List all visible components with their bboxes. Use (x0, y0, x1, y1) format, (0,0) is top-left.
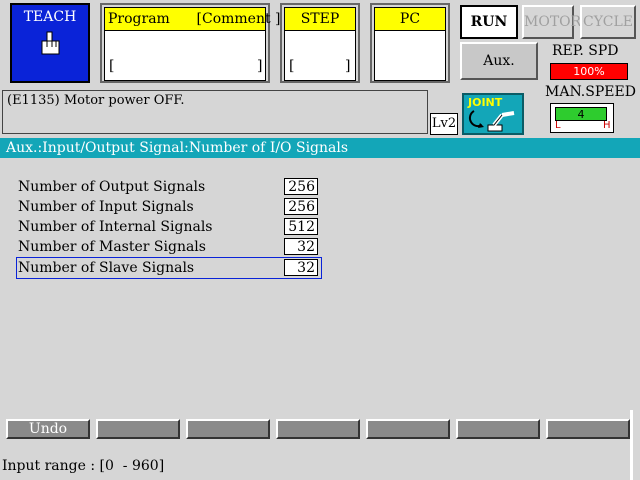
manual-speed-label: MAN.SPEED (545, 84, 636, 100)
fkey-3[interactable] (186, 419, 270, 439)
rep-speed-bar: 100% (550, 63, 628, 80)
pc-panel[interactable]: PC (370, 3, 450, 83)
io-row-master[interactable]: Number of Master Signals 32 (16, 237, 320, 257)
io-row-value[interactable]: 32 (284, 238, 318, 255)
screen-title: Aux.:Input/Output Signal:Number of I/O S… (0, 138, 640, 158)
manual-speed-low: L (555, 120, 561, 131)
cycle-button[interactable]: CYCLE (580, 5, 636, 39)
io-row-value[interactable]: 256 (284, 178, 318, 195)
fkey-2[interactable] (96, 419, 180, 439)
joint-mode-button[interactable]: JOINT (462, 93, 524, 135)
io-row-label: Number of Input Signals (18, 199, 194, 215)
io-row-input[interactable]: Number of Input Signals 256 (16, 197, 320, 217)
teach-label: TEACH (23, 9, 77, 25)
message-box: (E1135) Motor power OFF. (2, 90, 428, 134)
fkey-7[interactable] (546, 419, 630, 439)
manual-speed-value: 4 (555, 107, 607, 121)
io-row-output[interactable]: Number of Output Signals 256 (16, 177, 320, 197)
robot-arm-icon (468, 110, 515, 132)
divider (630, 410, 633, 480)
step-panel[interactable]: STEP [ ] (280, 3, 360, 83)
hand-pointer-icon (41, 31, 60, 55)
io-row-value[interactable]: 512 (284, 218, 318, 235)
step-bracket-left: [ (289, 58, 295, 74)
io-row-value[interactable]: 32 (284, 259, 318, 276)
motor-button[interactable]: MOTOR (522, 5, 581, 39)
fkey-4[interactable] (276, 419, 360, 439)
manual-speed-high: H (603, 120, 611, 131)
fkey-5[interactable] (366, 419, 450, 439)
level-badge[interactable]: Lv2 (430, 113, 458, 135)
rep-speed-label: REP. SPD (552, 43, 619, 59)
io-row-label: Number of Output Signals (18, 179, 206, 195)
io-row-slave-selected[interactable]: Number of Slave Signals 32 (16, 257, 322, 279)
step-bracket-right: ] (345, 58, 351, 74)
step-header: STEP (285, 8, 355, 31)
run-button[interactable]: RUN (460, 5, 518, 39)
io-row-internal[interactable]: Number of Internal Signals 512 (16, 217, 320, 237)
fkey-undo[interactable]: Undo (6, 419, 90, 439)
status-line: Input range : [0 - 960] (2, 458, 165, 474)
io-row-value[interactable]: 256 (284, 198, 318, 215)
program-panel[interactable]: Program [Comment ] [ ] (100, 3, 281, 83)
fkey-6[interactable] (456, 419, 540, 439)
io-row-label: Number of Master Signals (18, 239, 206, 255)
pc-header: PC (375, 8, 445, 31)
io-row-label: Number of Slave Signals (18, 260, 195, 276)
teach-mode-button[interactable]: TEACH (10, 3, 90, 83)
program-bracket-right: ] (257, 58, 263, 74)
aux-button[interactable]: Aux. (460, 42, 538, 80)
manual-speed-indicator[interactable]: 4 L H (550, 103, 614, 133)
program-header: Program [Comment ] (105, 8, 281, 31)
io-row-label: Number of Internal Signals (18, 219, 213, 235)
program-bracket-left: [ (109, 58, 115, 74)
